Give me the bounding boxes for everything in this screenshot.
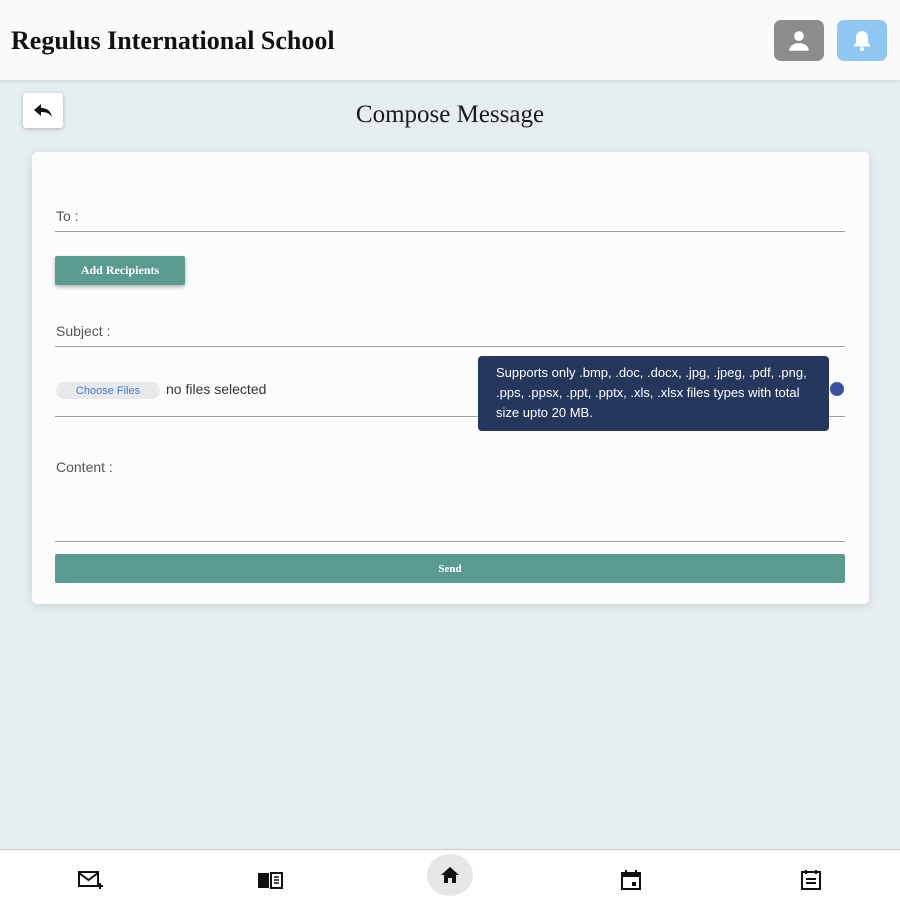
user-icon xyxy=(789,30,809,51)
compose-mail-icon xyxy=(78,871,103,889)
school-name: Regulus International School xyxy=(11,26,335,55)
content-label: Content : xyxy=(56,459,113,475)
bottom-nav xyxy=(0,849,900,900)
nav-book[interactable] xyxy=(247,860,293,900)
nav-home[interactable] xyxy=(427,854,473,896)
calendar-icon xyxy=(621,870,641,890)
app-header: Regulus International School xyxy=(0,0,900,80)
choose-files-button[interactable]: Choose Files xyxy=(56,382,160,399)
subject-label: Subject : xyxy=(56,323,111,339)
book-icon xyxy=(258,872,283,889)
send-button[interactable]: Send xyxy=(55,554,845,583)
notifications-button[interactable] xyxy=(837,20,887,61)
to-label: To : xyxy=(56,208,79,224)
info-icon[interactable] xyxy=(830,382,844,396)
bell-icon xyxy=(854,30,870,51)
profile-button[interactable] xyxy=(774,20,824,61)
to-field[interactable]: To : xyxy=(55,202,845,232)
file-types-tooltip: Supports only .bmp, .doc, .docx, .jpg, .… xyxy=(478,356,829,431)
nav-notes[interactable] xyxy=(788,860,834,900)
nav-compose[interactable] xyxy=(68,860,114,900)
subject-field[interactable]: Subject : xyxy=(55,316,845,347)
add-recipients-button[interactable]: Add Recipients xyxy=(55,256,185,285)
content-field[interactable]: Content : xyxy=(55,448,845,542)
page-title: Compose Message xyxy=(355,101,545,128)
nav-calendar[interactable] xyxy=(608,860,654,900)
home-icon xyxy=(441,867,459,883)
notes-icon xyxy=(801,870,821,890)
no-files-text: no files selected xyxy=(166,381,267,397)
